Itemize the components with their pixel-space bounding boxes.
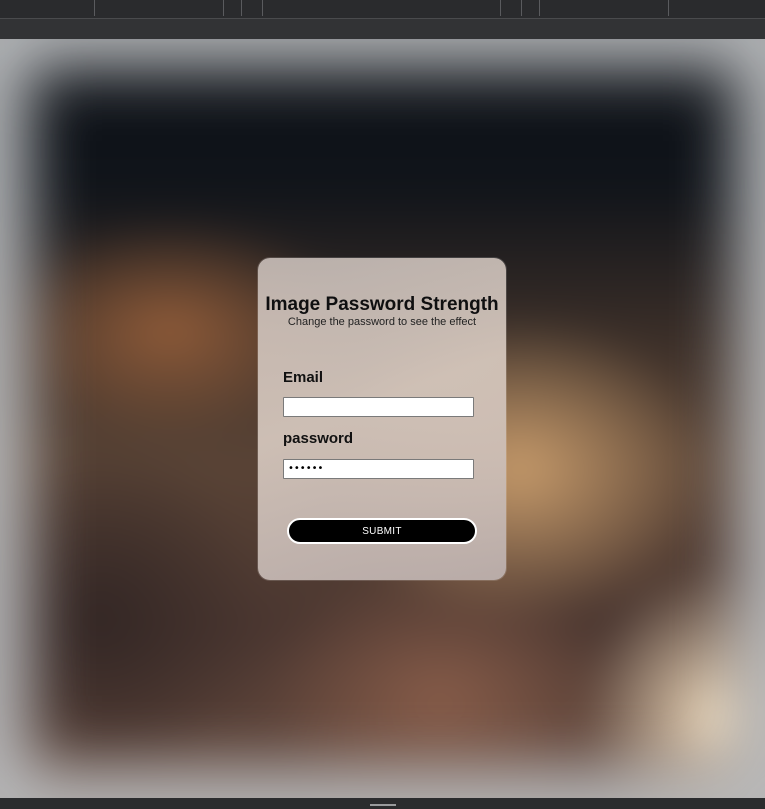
toolbar-divider xyxy=(500,0,501,16)
devtools-subbar xyxy=(0,19,765,39)
toolbar-divider xyxy=(94,0,95,16)
card-title: Image Password Strength xyxy=(265,294,499,315)
email-label: Email xyxy=(283,369,324,386)
toolbar-divider xyxy=(539,0,540,16)
toolbar-divider xyxy=(668,0,669,16)
toolbar-divider xyxy=(241,0,242,16)
toolbar-divider xyxy=(223,0,224,16)
login-card: Image Password Strength Change the passw… xyxy=(258,258,506,580)
email-field[interactable] xyxy=(283,397,474,417)
password-label: password xyxy=(283,430,354,447)
password-field[interactable]: •••••• xyxy=(283,459,474,479)
toolbar-divider xyxy=(521,0,522,16)
devtools-toolbar xyxy=(0,0,765,19)
toolbar-divider xyxy=(262,0,263,16)
bottom-panel-bar xyxy=(0,798,765,809)
card-subtitle: Change the password to see the effect xyxy=(287,316,477,328)
submit-button[interactable]: SUBMIT xyxy=(287,518,477,544)
resize-handle[interactable] xyxy=(370,804,396,806)
